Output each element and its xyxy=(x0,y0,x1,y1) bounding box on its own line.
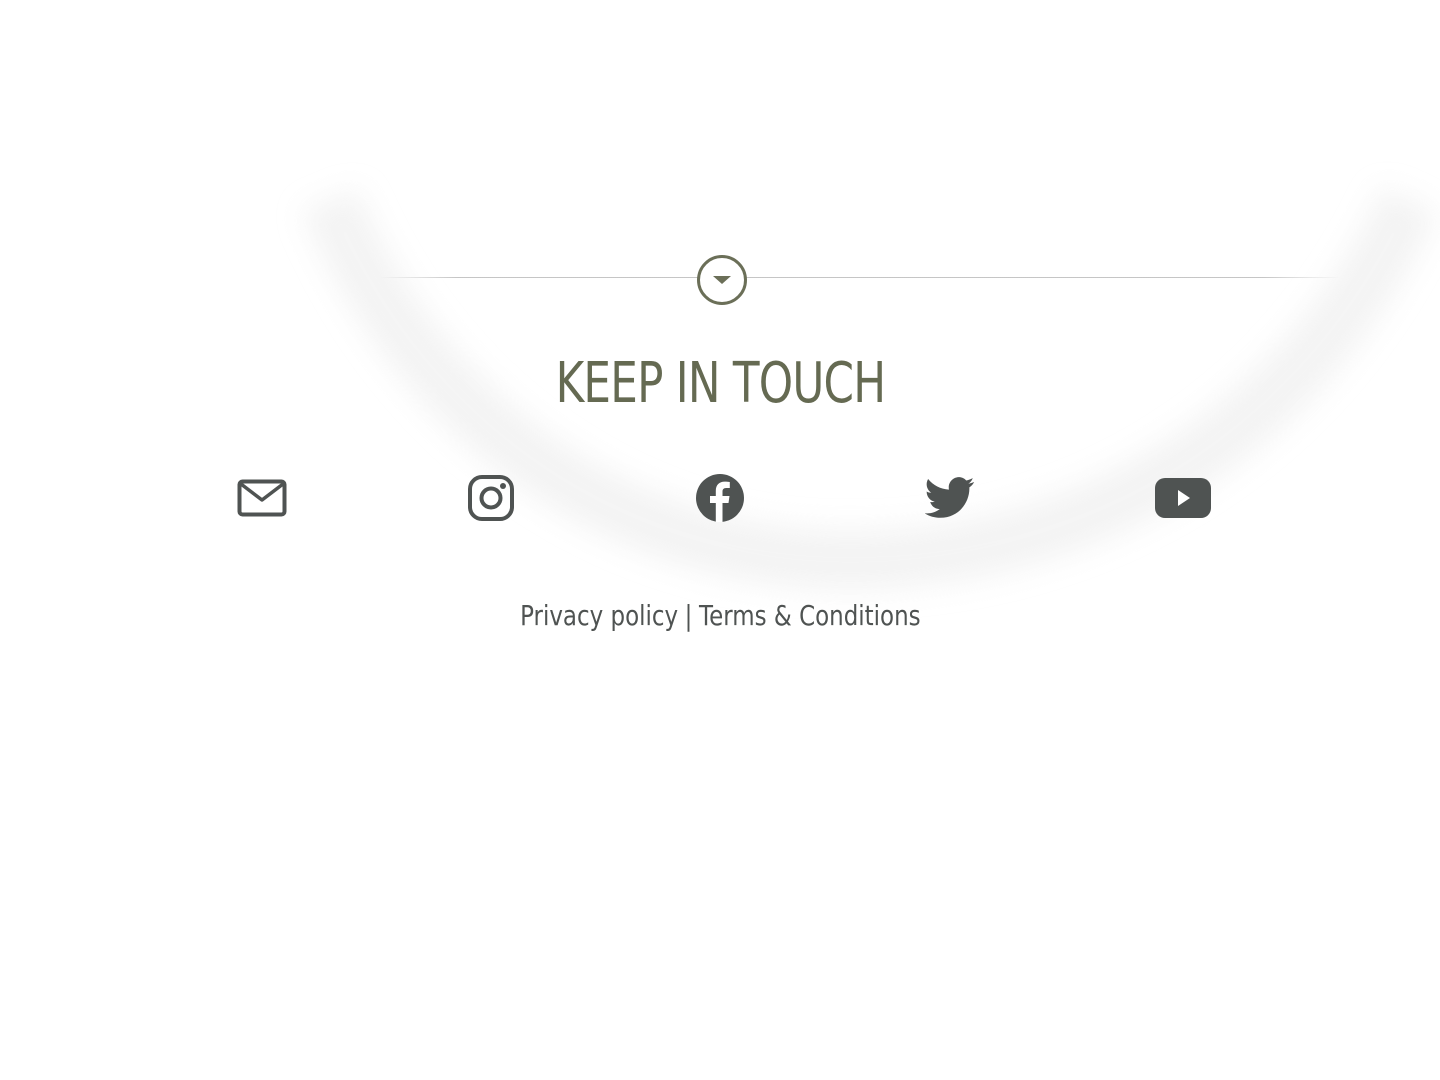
scroll-down-button[interactable] xyxy=(697,255,747,305)
facebook-icon xyxy=(696,474,744,522)
twitter-icon xyxy=(925,477,975,518)
section-divider xyxy=(380,277,1340,278)
instagram-icon xyxy=(468,475,514,521)
page: KEEP IN TOUCH Privacy policy | Terms & C… xyxy=(0,0,1440,1080)
caret-down-icon xyxy=(713,276,731,284)
privacy-policy-link[interactable]: Privacy policy xyxy=(520,599,678,632)
footer-separator: | xyxy=(684,599,693,632)
footer-links: Privacy policy | Terms & Conditions xyxy=(130,596,1311,636)
mail-link[interactable] xyxy=(236,472,288,524)
terms-conditions-link[interactable]: Terms & Conditions xyxy=(699,599,921,632)
mail-icon xyxy=(237,479,287,517)
youtube-link[interactable] xyxy=(1154,472,1212,524)
background-swoosh xyxy=(302,187,1438,591)
instagram-link[interactable] xyxy=(465,472,517,524)
facebook-link[interactable] xyxy=(694,472,746,524)
youtube-icon xyxy=(1155,478,1211,518)
twitter-link[interactable] xyxy=(924,472,976,524)
keep-in-touch-heading: KEEP IN TOUCH xyxy=(555,351,887,416)
